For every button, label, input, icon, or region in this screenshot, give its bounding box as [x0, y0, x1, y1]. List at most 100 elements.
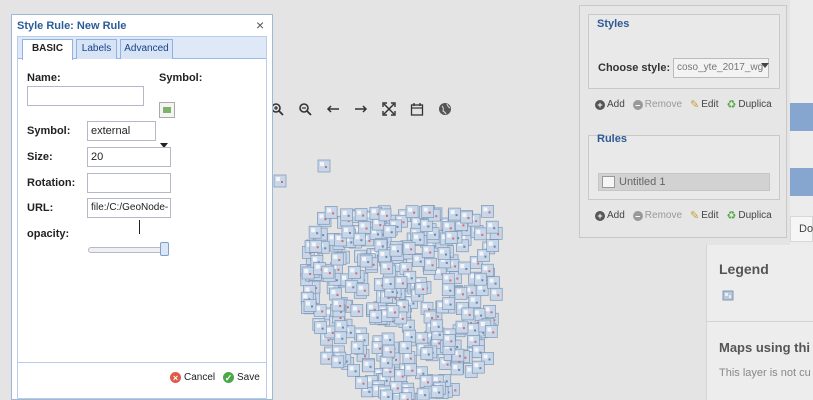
building-marker-icon [471, 360, 485, 374]
legend-title: Legend [719, 261, 769, 277]
building-marker-icon [314, 321, 327, 334]
building-marker-icon [382, 276, 396, 290]
save-label: Save [237, 372, 260, 383]
building-marker-icon [430, 385, 444, 398]
building-marker-icon [309, 239, 323, 253]
rules-actions: + Add – Remove ✎ Edit ♻ Duplica [595, 209, 772, 222]
rotation-input[interactable] [87, 173, 171, 193]
building-marker-icon [442, 297, 455, 310]
footer-divider [18, 362, 266, 363]
building-marker-icon [355, 376, 368, 390]
fullscreen-icon[interactable] [380, 100, 398, 118]
remove-style-button[interactable]: – Remove [632, 98, 683, 111]
rule-item-label: Untitled 1 [619, 176, 666, 188]
building-marker-icon [414, 281, 428, 295]
building-marker-icon [347, 266, 361, 279]
building-marker-icon [486, 239, 500, 253]
text-cursor [139, 220, 140, 234]
chevron-down-icon[interactable] [761, 63, 769, 68]
opacity-slider-thumb[interactable] [160, 242, 169, 256]
cancel-button[interactable]: × Cancel [170, 372, 215, 383]
map-feature-cluster[interactable] [272, 150, 512, 400]
building-marker-icon [404, 363, 417, 377]
edit-rule-button[interactable]: ✎ Edit [690, 209, 718, 222]
building-marker-icon [481, 205, 494, 218]
building-marker-icon [382, 344, 396, 358]
side-action-button[interactable] [790, 168, 813, 196]
building-marker-icon [386, 305, 400, 318]
building-marker-icon [419, 375, 433, 388]
add-style-button[interactable]: + Add [595, 98, 625, 111]
building-marker-icon [356, 283, 370, 297]
add-rule-button[interactable]: + Add [595, 209, 625, 222]
symbol-select[interactable]: external [87, 121, 156, 141]
plus-icon: + [595, 210, 605, 221]
rotation-label: Rotation: [27, 177, 76, 189]
url-input[interactable]: file:/C:/GeoNode- [87, 198, 171, 218]
building-marker-icon [420, 347, 434, 360]
building-marker-icon [378, 208, 392, 222]
save-button[interactable]: ✓ Save [223, 372, 260, 383]
building-marker-icon [487, 276, 500, 289]
duplicate-rule-button[interactable]: ♻ Duplica [727, 209, 772, 222]
building-marker-icon [353, 232, 366, 246]
zoom-out-icon[interactable] [296, 100, 314, 118]
duplicate-style-button[interactable]: ♻ Duplica [727, 98, 772, 111]
building-marker-icon [455, 320, 469, 334]
building-marker-icon [442, 333, 456, 347]
minus-icon: – [632, 99, 643, 110]
edit-label: Edit [701, 210, 719, 221]
symbol-preview-image [159, 102, 175, 118]
opacity-label: opacity: [27, 228, 70, 240]
calendar-icon[interactable] [408, 100, 426, 118]
globe-icon[interactable] [436, 100, 454, 118]
building-marker-icon [331, 355, 345, 369]
building-marker-icon [457, 261, 471, 275]
building-marker-icon [399, 392, 413, 400]
building-marker-icon [394, 276, 408, 289]
add-label: Add [607, 210, 625, 221]
plus-icon: + [595, 99, 605, 110]
close-icon[interactable]: × [256, 18, 264, 32]
side-tab[interactable]: Do [790, 216, 813, 242]
size-input[interactable]: 20 [87, 147, 171, 167]
building-marker-icon [301, 266, 315, 280]
building-marker-icon [330, 252, 344, 266]
building-marker-icon [448, 207, 461, 221]
arrow-right-icon[interactable] [352, 100, 370, 118]
remove-rule-button[interactable]: – Remove [632, 209, 682, 222]
name-input[interactable] [27, 86, 144, 106]
building-marker-icon [383, 224, 397, 238]
dialog-title: Style Rule: New Rule [17, 20, 127, 32]
building-marker-icon [389, 243, 403, 257]
rule-list-item[interactable]: Untitled 1 [598, 173, 770, 191]
remove-label: Remove [644, 99, 683, 110]
opacity-slider[interactable] [88, 247, 166, 253]
building-marker-icon [340, 208, 353, 222]
check-icon: ✓ [223, 372, 234, 383]
maps-using-text: This layer is not cu [719, 367, 811, 379]
building-marker-icon [379, 389, 393, 400]
building-marker-icon [403, 329, 416, 343]
tab-advanced[interactable]: Advanced [120, 39, 173, 59]
style-rule-dialog: Style Rule: New Rule × BASIC Labels Adva… [11, 14, 273, 400]
building-marker-icon [317, 159, 331, 173]
building-marker-icon [362, 359, 375, 373]
building-marker-icon [466, 323, 480, 336]
tab-basic[interactable]: BASIC [22, 39, 73, 60]
building-marker-icon [324, 206, 338, 219]
tab-labels[interactable]: Labels [76, 39, 117, 59]
edit-style-button[interactable]: ✎ Edit [690, 98, 718, 111]
side-action-button[interactable] [790, 103, 813, 131]
building-marker-icon [454, 286, 468, 300]
building-marker-icon [350, 304, 364, 317]
building-marker-icon [450, 362, 464, 376]
styles-actions: + Add – Remove ✎ Edit ♻ Duplica [595, 98, 772, 111]
pencil-icon: ✎ [690, 210, 700, 222]
pencil-icon: ✎ [690, 99, 700, 111]
arrow-left-icon[interactable] [324, 100, 342, 118]
building-marker-icon [399, 341, 412, 354]
choose-style-label: Choose style: [598, 62, 671, 74]
choose-style-select[interactable]: coso_yte_2017_wg [673, 58, 769, 78]
building-marker-icon [484, 325, 498, 338]
